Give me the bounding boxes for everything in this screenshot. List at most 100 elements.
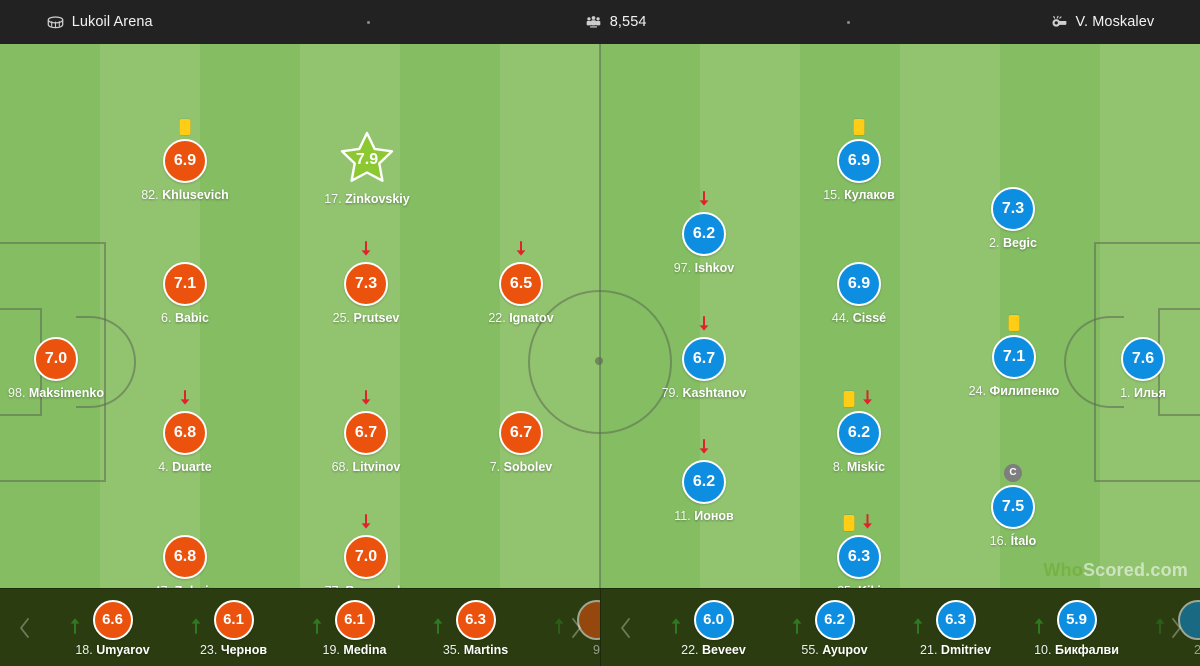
sub-off-arrow-icon bbox=[861, 390, 875, 408]
player-rating-value: 7.1 bbox=[1002, 348, 1026, 365]
player-name: 97. Ishkov bbox=[674, 261, 734, 275]
player-surname: Sobolev bbox=[503, 460, 553, 474]
player-name: 1. Илья bbox=[1120, 386, 1166, 400]
player-marker[interactable]: 7.077. Bongonda bbox=[306, 514, 426, 588]
player-rating: 7.5 bbox=[991, 485, 1035, 529]
sub-off-arrow-icon bbox=[359, 241, 373, 259]
attendance-icon bbox=[584, 13, 603, 32]
bench-player[interactable]: 6.0 22. Beveev bbox=[653, 599, 774, 657]
center-spot bbox=[595, 357, 603, 365]
player-name: 17. Zinkovskiy bbox=[324, 192, 410, 206]
player-rating: 6.3 bbox=[935, 599, 976, 640]
player-marker[interactable]: 7.1 24. Филипенко bbox=[954, 315, 1074, 398]
player-number: 22. bbox=[681, 642, 699, 657]
player-surname: Кулаков bbox=[844, 188, 895, 202]
yellow-card-badge bbox=[843, 515, 855, 531]
sub-off-arrow-icon bbox=[697, 316, 711, 334]
player-rating-value: 6.7 bbox=[354, 424, 378, 441]
player-marker[interactable]: 6.8 4. Duarte bbox=[125, 390, 245, 474]
home-bench-next-button[interactable] bbox=[552, 589, 600, 666]
player-surname: Litvinov bbox=[352, 460, 401, 474]
player-rating: 6.1 bbox=[334, 599, 375, 640]
stadium-info: Lukoil Arena bbox=[46, 13, 153, 32]
bench-player[interactable]: 6.2 55. Ayupov bbox=[774, 599, 895, 657]
player-marker[interactable]: 6.9 44. Cissé bbox=[799, 262, 919, 325]
player-marker[interactable]: 6.325. Kiki bbox=[799, 514, 919, 588]
player-surname: Martins bbox=[463, 642, 509, 657]
sub-off-arrow-icon bbox=[697, 191, 711, 209]
player-surname: Dmitriev bbox=[940, 642, 991, 657]
player-rating: 6.6 bbox=[92, 599, 133, 640]
player-rating-value: 6.0 bbox=[703, 611, 724, 628]
player-rating-value: 7.3 bbox=[1001, 200, 1025, 217]
player-marker[interactable]: 6.9 82. Khlusevich bbox=[125, 119, 245, 202]
attendance-count: 8,554 bbox=[609, 14, 647, 30]
bench-player[interactable]: 6.6 18. Umyarov bbox=[52, 599, 173, 657]
player-rating-value: 6.2 bbox=[824, 611, 845, 628]
sub-on-arrow-icon bbox=[669, 614, 683, 634]
player-number: 55. bbox=[801, 642, 819, 657]
player-marker[interactable]: 6.7 79. Kashtanov bbox=[644, 316, 764, 400]
sub-on-arrow-icon bbox=[310, 614, 324, 634]
player-rating-value: 6.7 bbox=[692, 350, 716, 367]
player-marker[interactable]: 7.3 25. Prutsev bbox=[306, 241, 426, 325]
sub-off-arrow-icon bbox=[861, 514, 875, 532]
player-marker[interactable]: 6.5 22. Ignatov bbox=[461, 241, 581, 325]
player-rating-value: 6.3 bbox=[847, 548, 871, 565]
sub-on-arrow-icon bbox=[189, 614, 203, 634]
whoscored-watermark: WhoScored.com bbox=[1043, 560, 1188, 581]
player-marker[interactable]: 6.847. Zobnin bbox=[125, 535, 245, 588]
player-rating: 6.8 bbox=[163, 411, 207, 455]
player-rating: 6.9 bbox=[837, 262, 881, 306]
player-marker[interactable]: 7.9 17. Zinkovskiy bbox=[307, 131, 427, 206]
player-marker[interactable]: 7.3 2. Begic bbox=[953, 187, 1073, 250]
player-rating: 6.3 bbox=[455, 599, 496, 640]
player-rating-value: 7.9 bbox=[355, 151, 379, 168]
bench-player[interactable]: 6.1 19. Medina bbox=[294, 599, 415, 657]
away-bench-next-button[interactable] bbox=[1152, 589, 1200, 666]
player-marker[interactable]: 6.7 7. Sobolev bbox=[461, 411, 581, 474]
player-surname: Бикфалви bbox=[1054, 642, 1119, 657]
player-marker[interactable]: 6.2 8. Miskic bbox=[799, 390, 919, 474]
player-marker[interactable]: 6.2 11. Ионов bbox=[644, 439, 764, 523]
player-number: 16. bbox=[989, 534, 1008, 548]
bench-player[interactable]: 6.3 35. Martins bbox=[415, 599, 536, 657]
player-rating-value: 6.6 bbox=[102, 611, 123, 628]
player-number: 17. bbox=[324, 192, 342, 206]
player-rating: 5.9 bbox=[1056, 599, 1097, 640]
player-rating-value: 5.9 bbox=[1066, 611, 1087, 628]
player-name: 18. Umyarov bbox=[75, 643, 149, 657]
referee-name: V. Moskalev bbox=[1075, 14, 1155, 30]
player-rating: 6.5 bbox=[499, 262, 543, 306]
away-bench: 6.0 22. Beveev 6.2 55. Ayupov 6.3 21. Dmitrie… bbox=[600, 588, 1200, 666]
player-surname: Ионов bbox=[694, 509, 734, 523]
player-number: 24. bbox=[968, 384, 987, 398]
sub-off-arrow-icon bbox=[178, 390, 192, 408]
player-marker[interactable]: C 7.5 16. Ítalo bbox=[953, 464, 1073, 548]
bench-player[interactable]: 6.3 21. Dmitriev bbox=[895, 599, 1016, 657]
player-name: 23. Чернов bbox=[200, 643, 267, 657]
player-rating: 7.1 bbox=[992, 335, 1036, 379]
player-marker[interactable]: 6.2 97. Ishkov bbox=[644, 191, 764, 275]
player-surname: Medina bbox=[343, 642, 387, 657]
player-rating: 6.9 bbox=[163, 139, 207, 183]
stadium-name: Lukoil Arena bbox=[71, 14, 153, 30]
player-rating: 7.0 bbox=[34, 337, 78, 381]
player-marker[interactable]: 7.0 98. Maksimenko bbox=[0, 337, 116, 400]
player-marker[interactable]: 6.9 15. Кулаков bbox=[799, 119, 919, 202]
player-rating-value: 7.5 bbox=[1001, 498, 1025, 515]
player-rating: 7.6 bbox=[1121, 337, 1165, 381]
player-marker[interactable]: 7.1 6. Babic bbox=[125, 262, 245, 325]
bench-player[interactable]: 5.9 10. Бикфалви bbox=[1016, 599, 1137, 657]
sub-off-arrow-icon bbox=[697, 439, 711, 457]
player-number: 97. bbox=[673, 261, 692, 275]
player-marker[interactable]: 6.7 68. Litvinov bbox=[306, 390, 426, 474]
referee-info: V. Moskalev bbox=[1050, 13, 1155, 32]
player-surname: Kashtanov bbox=[682, 386, 747, 400]
sub-on-arrow-icon bbox=[790, 614, 804, 634]
player-number: 22. bbox=[488, 311, 506, 325]
player-marker[interactable]: 7.6 1. Илья bbox=[1083, 337, 1200, 400]
bench-player[interactable]: 6.1 23. Чернов bbox=[173, 599, 294, 657]
sub-on-arrow-icon bbox=[431, 614, 445, 634]
player-number: 98. bbox=[8, 386, 26, 400]
